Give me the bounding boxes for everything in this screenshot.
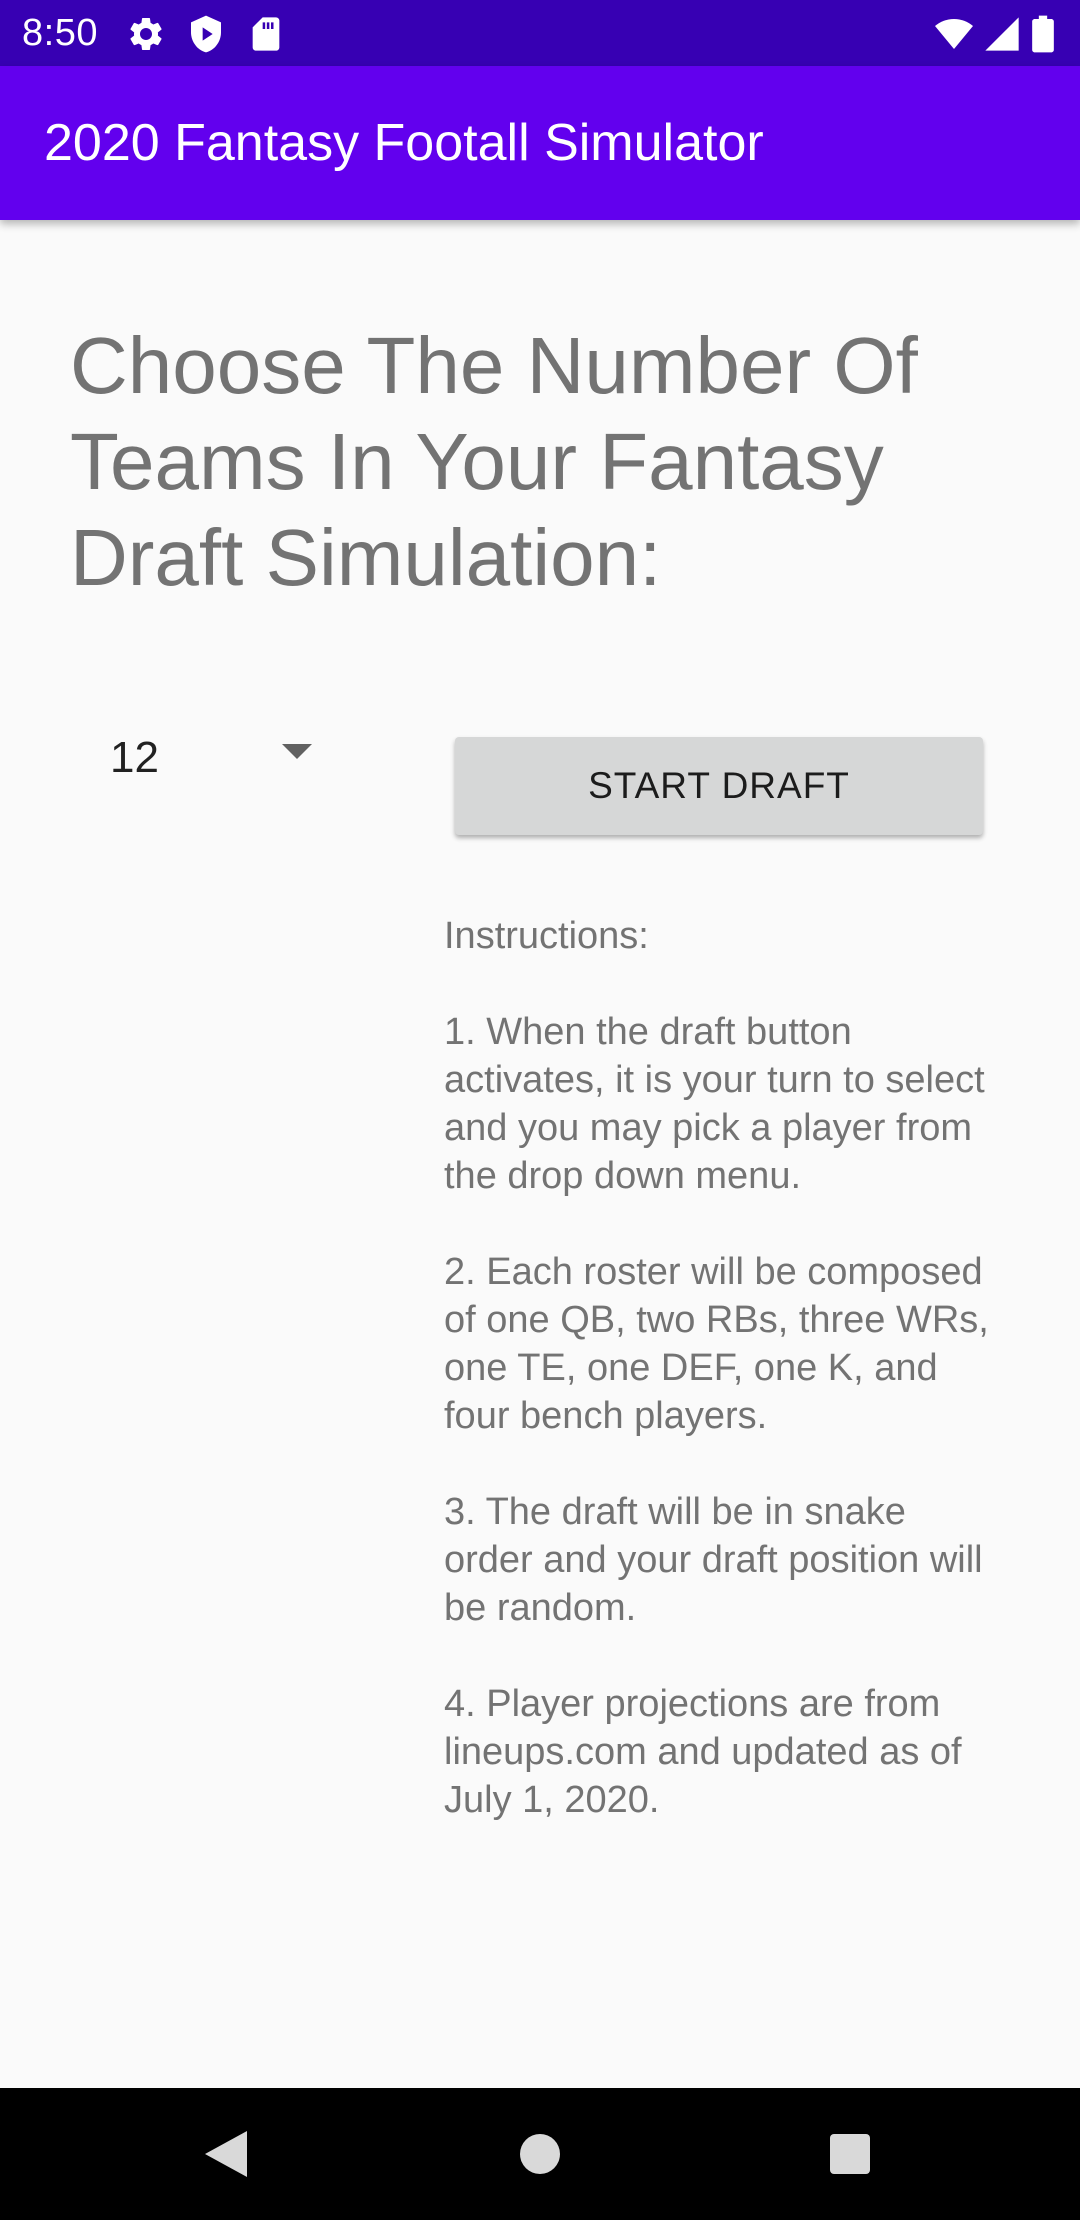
team-count-value: 12 (110, 733, 159, 782)
page-heading: Choose The Number Of Teams In Your Fanta… (70, 321, 918, 602)
battery-icon (1030, 14, 1056, 54)
navigation-bar (0, 2088, 1080, 2220)
team-count-spinner[interactable]: 12 (70, 722, 350, 788)
recents-icon[interactable] (810, 2114, 890, 2194)
instructions-title: Instructions: (444, 915, 649, 957)
instruction-item: 2. Each roster will be composed of one Q… (444, 1251, 989, 1437)
shield-play-icon (186, 14, 226, 54)
dropdown-arrow-icon (282, 744, 312, 759)
instructions-text: Instructions: 1. When the draft button a… (444, 912, 1004, 1824)
start-draft-button[interactable]: START DRAFT (455, 737, 983, 835)
instruction-item: 1. When the draft button activates, it i… (444, 1011, 985, 1197)
app-bar: 2020 Fantasy Footall Simulator (0, 66, 1080, 220)
back-icon[interactable] (186, 2114, 266, 2194)
app-title: 2020 Fantasy Footall Simulator (44, 114, 764, 172)
status-bar: 8:50 (0, 0, 1080, 66)
wifi-icon (934, 14, 974, 54)
gear-icon (126, 14, 166, 54)
home-icon[interactable] (500, 2114, 580, 2194)
sd-card-icon (246, 14, 286, 54)
cell-signal-icon (982, 14, 1022, 54)
instruction-item: 4. Player projections are from lineups.c… (444, 1683, 962, 1821)
instruction-item: 3. The draft will be in snake order and … (444, 1491, 983, 1629)
status-time: 8:50 (22, 12, 98, 54)
